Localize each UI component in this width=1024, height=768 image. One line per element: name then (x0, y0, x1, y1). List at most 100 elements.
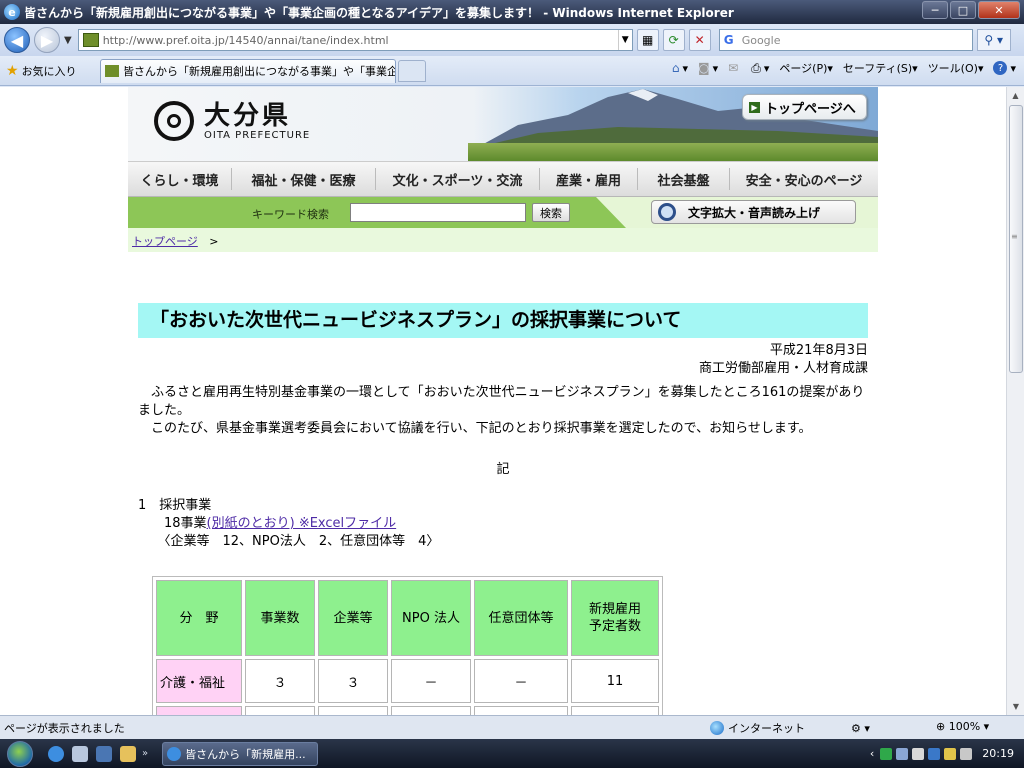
table-cell: 11 (571, 659, 659, 703)
protected-mode-icon[interactable]: ⚙ ▾ (851, 722, 870, 735)
col-header: 任意団体等 (474, 580, 568, 656)
tab-current[interactable]: 皆さんから「新規雇用創出につながる事業」や「事業企... (100, 58, 396, 83)
quicklaunch-more-icon[interactable]: » (142, 748, 148, 759)
table-cell: 介護・福祉 (156, 659, 242, 703)
project-count: 18事業 (138, 516, 207, 531)
zoom-icon: ⊕ (936, 720, 949, 733)
safety-menu[interactable]: セーフティ(S) ▾ (843, 60, 918, 76)
nav-item-sangyo[interactable]: 産業・雇用 (540, 168, 638, 190)
section-1-heading: 1 採択事業 (138, 498, 212, 513)
close-button[interactable]: ✕ (978, 1, 1020, 19)
tools-menu[interactable]: ツール(O) ▾ (928, 60, 984, 76)
keyword-input[interactable] (350, 203, 526, 222)
nav-item-bunka[interactable]: 文化・スポーツ・交流 (376, 168, 540, 190)
col-header: 分 野 (156, 580, 242, 656)
field-strip (468, 143, 878, 161)
excel-file-link[interactable]: (別紙のとおり) ※Excelファイル (207, 516, 397, 531)
address-dropdown-icon[interactable]: ▼ (617, 30, 632, 50)
site-logo[interactable]: 大分県 OITA PREFECTURE (154, 101, 310, 141)
zoom-control[interactable]: ⊕ 100% ▾ (936, 720, 989, 733)
mail-icon: ✉ (728, 61, 739, 75)
rss-icon: ◙ (697, 61, 710, 75)
favorites-button[interactable]: ★ お気に入り (6, 63, 92, 79)
zoom-level: 100% (948, 720, 981, 733)
section-1: 1 採択事業 18事業(別紙のとおり) ※Excelファイル 〈企業等 12、N… (138, 497, 868, 551)
safety-menu-label: セーフティ(S) (842, 62, 913, 75)
nav-item-kurashi[interactable]: くらし・環境 (128, 168, 232, 190)
tray-ime-icon[interactable] (944, 747, 957, 760)
table-cell: ３ (318, 659, 388, 703)
taskbar: » 皆さんから「新規雇用... ‹ 20:19 (0, 739, 1024, 768)
stop-icon[interactable]: ✕ (688, 29, 711, 51)
history-dropdown-icon[interactable]: ▼ (64, 35, 72, 46)
ki-heading: 記 (496, 462, 510, 477)
feeds-button[interactable]: ◙ ▾ (698, 61, 718, 75)
tray-misc-icon[interactable] (960, 747, 973, 760)
quicklaunch-switch-icon[interactable] (96, 745, 112, 762)
scroll-down-icon[interactable]: ▼ (1007, 698, 1024, 715)
minimize-button[interactable]: ─ (922, 1, 948, 19)
col-header: 事業数 (245, 580, 315, 656)
top-page-button[interactable]: ▶ トップページへ (742, 94, 867, 120)
print-icon: ⎙ (751, 60, 761, 75)
tray-volume-icon[interactable] (912, 747, 925, 760)
table-cell (245, 706, 315, 715)
nav-item-anzen[interactable]: 安全・安心のページ (730, 168, 878, 190)
breadcrumb-top-link[interactable]: トップページ (132, 235, 198, 248)
page-content: 大分県 OITA PREFECTURE ▶ トップページへ くらし・環境 福祉・… (0, 87, 1006, 715)
forward-button[interactable]: ▶ (34, 27, 60, 53)
top-page-label: トップページへ (765, 101, 856, 117)
table-cell: － (391, 659, 471, 703)
accessibility-button[interactable]: 文字拡大・音声読み上げ (651, 200, 856, 224)
scroll-grip-icon: ≡ (1011, 232, 1018, 241)
taskbar-item-ie[interactable]: 皆さんから「新規雇用... (162, 741, 319, 766)
table-header-row: 分 野 事業数 企業等 NPO 法人 任意団体等 新規雇用 予定者数 (156, 580, 659, 656)
ie-icon: e (4, 4, 20, 20)
tray-app-icon[interactable] (928, 747, 941, 760)
scroll-up-icon[interactable]: ▲ (1007, 87, 1024, 104)
url-text[interactable]: http://www.pref.oita.jp/14540/annai/tane… (103, 34, 618, 47)
tray-expand-icon[interactable]: ‹ (870, 747, 874, 760)
taskbar-item-label: 皆さんから「新規雇用... (185, 747, 306, 761)
article-dept: 商工労働部雇用・人材育成課 (698, 361, 868, 376)
page-title: 「おおいた次世代ニュービジネスプラン」の採択事業について (138, 303, 868, 338)
global-nav: くらし・環境 福祉・保健・医療 文化・スポーツ・交流 産業・雇用 社会基盤 安全… (128, 161, 878, 197)
tray-security-icon[interactable] (880, 747, 893, 760)
print-button[interactable]: ⎙ ▾ (751, 61, 769, 76)
back-button[interactable]: ◀ (4, 27, 30, 53)
search-input[interactable]: G Google (718, 29, 973, 51)
quicklaunch-folder-icon[interactable] (120, 745, 136, 762)
search-button[interactable]: ⚲ ▾ (976, 29, 1011, 51)
refresh-icon[interactable]: ⟳ (662, 29, 685, 51)
nav-item-shakai[interactable]: 社会基盤 (638, 168, 730, 190)
keyword-search-button[interactable]: 検索 (532, 203, 570, 222)
maximize-button[interactable]: □ (950, 1, 976, 19)
quicklaunch-desktop-icon[interactable] (72, 745, 88, 762)
breadcrumb-separator: > (209, 235, 219, 248)
nav-item-fukushi[interactable]: 福祉・保健・医療 (232, 168, 376, 190)
compatibility-view-icon[interactable]: ▦ (636, 29, 659, 51)
help-button[interactable]: ? ▾ (993, 61, 1016, 75)
new-tab-button[interactable] (398, 59, 426, 82)
col-header: 企業等 (318, 580, 388, 656)
home-icon: ⌂ (671, 61, 680, 75)
table-row (156, 706, 659, 715)
start-button[interactable] (0, 740, 40, 768)
star-icon: ★ (6, 62, 19, 79)
search-placeholder: Google (741, 33, 781, 47)
article-date: 平成21年8月3日 (769, 343, 868, 358)
title-bar: e 皆さんから「新規雇用創出につながる事業」や「事業企画の種となるアイデア」を募… (0, 0, 1024, 24)
tray-network-icon[interactable] (896, 747, 909, 760)
status-bar: ページが表示されました インターネット ⚙ ▾ ⊕ 100% ▾ (0, 715, 1024, 739)
tab-toolbar: ★ お気に入り 皆さんから「新規雇用創出につながる事業」や「事業企... ⌂ ▾ … (0, 56, 1024, 86)
page-menu[interactable]: ページ(P) ▾ (779, 60, 833, 76)
clock[interactable]: 20:19 (982, 747, 1014, 760)
home-button[interactable]: ⌂ ▾ (672, 61, 688, 75)
mail-button[interactable]: ✉ (728, 61, 741, 75)
security-zone[interactable]: インターネット ⚙ ▾ (710, 720, 870, 736)
vertical-scrollbar[interactable]: ▲ ≡ ▼ (1006, 87, 1024, 715)
address-bar[interactable]: http://www.pref.oita.jp/14540/annai/tane… (77, 29, 633, 51)
quicklaunch-ie-icon[interactable] (48, 745, 64, 762)
tab-favicon-icon (105, 65, 119, 77)
paragraph-1: ふるさと雇用再生特別基金事業の一環として「おおいた次世代ニュービジネスプラン」を… (138, 385, 865, 418)
